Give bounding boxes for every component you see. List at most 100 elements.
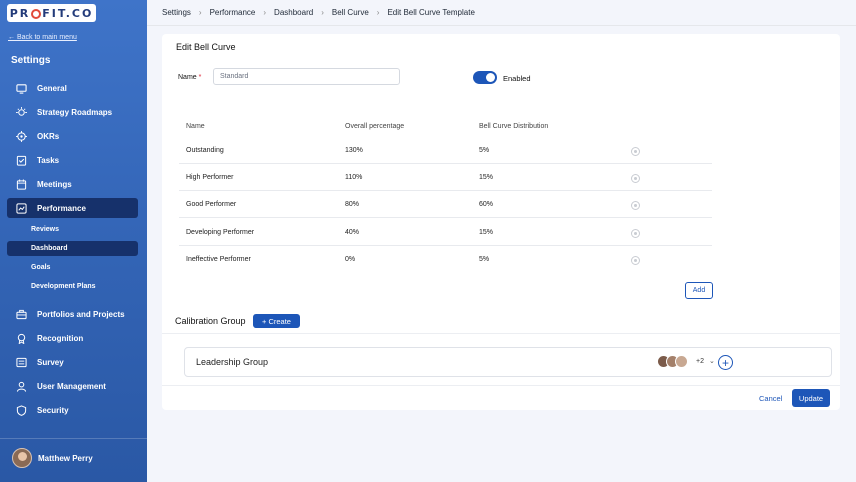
sidebar-divider	[0, 438, 147, 439]
row-distribution: 5%	[479, 147, 490, 154]
divider	[162, 333, 840, 334]
shield-icon	[15, 404, 27, 416]
delete-row-icon[interactable]	[631, 229, 640, 238]
sidebar-subitem-goals[interactable]: Goals	[7, 260, 138, 275]
create-calibration-group-button[interactable]: + Create	[253, 314, 300, 328]
sidebar: PR FIT.CO ← Back to main menu Settings Ge…	[0, 0, 147, 482]
sidebar-item-performance[interactable]: Performance	[7, 198, 138, 218]
user-icon	[15, 380, 27, 392]
calibration-group-label: Calibration Group	[175, 316, 246, 326]
award-icon	[15, 332, 27, 344]
chevron-down-icon[interactable]: ⌄	[709, 357, 715, 365]
divider	[162, 385, 840, 386]
briefcase-icon	[15, 308, 27, 320]
sidebar-item-okrs[interactable]: OKRs	[7, 126, 138, 146]
enabled-toggle[interactable]	[473, 71, 497, 84]
row-name: Outstanding	[186, 147, 224, 154]
sidebar-item-label: Strategy Roadmaps	[37, 107, 113, 117]
enabled-label: Enabled	[503, 74, 531, 83]
sidebar-item-strategy-roadmaps[interactable]: Strategy Roadmaps	[7, 102, 138, 122]
row-overall: 40%	[345, 229, 360, 236]
sidebar-item-label: Performance	[37, 203, 86, 213]
sidebar-item-label: OKRs	[37, 131, 60, 141]
back-to-main-menu-link[interactable]: ← Back to main menu	[8, 34, 77, 41]
sidebar-item-general[interactable]: General	[7, 78, 138, 98]
calibration-group-name: Leadership Group	[196, 357, 269, 367]
sidebar-item-label: Recognition	[37, 333, 84, 343]
row-distribution: 15%	[479, 174, 494, 181]
column-header-name: Name	[186, 123, 205, 130]
add-row-button[interactable]: Add	[685, 282, 713, 299]
chevron-right-icon: ›	[376, 8, 380, 17]
table-row: High Performer 110% 15%	[179, 164, 712, 191]
table-row: Ineffective Performer 0% 5%	[179, 246, 712, 273]
sidebar-subitem-reviews[interactable]: Reviews	[7, 222, 138, 237]
row-overall: 0%	[345, 256, 356, 263]
settings-title: Settings	[11, 55, 51, 66]
row-name: Good Performer	[186, 201, 237, 208]
sidebar-item-label: Meetings	[37, 179, 72, 189]
breadcrumb-settings[interactable]: Settings	[162, 8, 191, 17]
sidebar-item-label: Tasks	[37, 155, 60, 165]
breadcrumb-dashboard[interactable]: Dashboard	[274, 8, 313, 17]
update-button[interactable]: Update	[792, 389, 830, 407]
chart-icon	[15, 202, 27, 214]
sidebar-item-recognition[interactable]: Recognition	[7, 328, 138, 348]
sidebar-item-label: Portfolios and Projects	[37, 309, 125, 319]
sidebar-item-portfolios-and-projects[interactable]: Portfolios and Projects	[7, 304, 138, 324]
cancel-button[interactable]: Cancel	[759, 394, 782, 403]
page-title: Edit Bell Curve	[176, 42, 236, 52]
sidebar-item-survey[interactable]: Survey	[7, 352, 138, 372]
required-asterisk: *	[198, 74, 202, 81]
calendar-icon	[15, 178, 27, 190]
avatar	[12, 448, 32, 468]
logo-o-mark	[31, 9, 42, 19]
chevron-right-icon: ›	[198, 8, 202, 17]
delete-row-icon[interactable]	[631, 256, 640, 265]
breadcrumb-current: Edit Bell Curve Template	[387, 8, 475, 17]
monitor-icon	[15, 82, 27, 94]
delete-row-icon[interactable]	[631, 201, 640, 210]
delete-row-icon[interactable]	[631, 174, 640, 183]
sidebar-item-tasks[interactable]: Tasks	[7, 150, 138, 170]
table-row: Developing Performer 40% 15%	[179, 219, 712, 246]
sidebar-item-label: Security	[37, 405, 69, 415]
row-overall: 110%	[345, 174, 363, 181]
target-icon	[15, 130, 27, 142]
sidebar-item-label: User Management	[37, 381, 106, 391]
sidebar-subitem-dashboard[interactable]: Dashboard	[7, 241, 138, 256]
member-avatars	[657, 355, 688, 368]
breadcrumb-bell-curve[interactable]: Bell Curve	[332, 8, 369, 17]
user-profile[interactable]: Matthew Perry	[12, 448, 93, 468]
sidebar-item-user-management[interactable]: User Management	[7, 376, 138, 396]
chevron-right-icon: ›	[263, 8, 267, 17]
sidebar-item-meetings[interactable]: Meetings	[7, 174, 138, 194]
survey-icon	[15, 356, 27, 368]
table-row: Outstanding 130% 5%	[179, 137, 712, 164]
sidebar-subitem-development-plans[interactable]: Development Plans	[7, 279, 138, 294]
name-label-text: Name	[178, 74, 197, 81]
delete-row-icon[interactable]	[631, 147, 640, 156]
topbar-divider	[147, 25, 856, 26]
add-member-icon[interactable]: +	[718, 355, 733, 370]
sidebar-item-label: Survey	[37, 357, 64, 367]
logo-text-right: FIT.CO	[42, 6, 94, 20]
user-name: Matthew Perry	[38, 453, 93, 463]
name-label: Name *	[178, 74, 201, 81]
name-input[interactable]: Standard	[213, 68, 400, 85]
more-members-count: +2	[696, 358, 704, 365]
calibration-group-item[interactable]: Leadership Group +2 ⌄ +	[184, 347, 832, 377]
edit-bell-curve-card: Edit Bell Curve Name * Standard Enabled …	[162, 34, 840, 410]
row-overall: 80%	[345, 201, 360, 208]
row-overall: 130%	[345, 147, 363, 154]
profit-co-logo[interactable]: PR FIT.CO	[7, 4, 96, 22]
column-header-bell-curve-distribution: Bell Curve Distribution	[479, 123, 549, 130]
logo-text-left: PR	[9, 6, 31, 20]
breadcrumb-performance[interactable]: Performance	[210, 8, 256, 17]
sidebar-item-security[interactable]: Security	[7, 400, 138, 420]
table-row: Good Performer 80% 60%	[179, 191, 712, 218]
sidebar-item-label: General	[37, 83, 67, 93]
column-header-overall-percentage: Overall percentage	[345, 123, 405, 130]
row-distribution: 15%	[479, 229, 494, 236]
row-name: High Performer	[186, 174, 234, 181]
